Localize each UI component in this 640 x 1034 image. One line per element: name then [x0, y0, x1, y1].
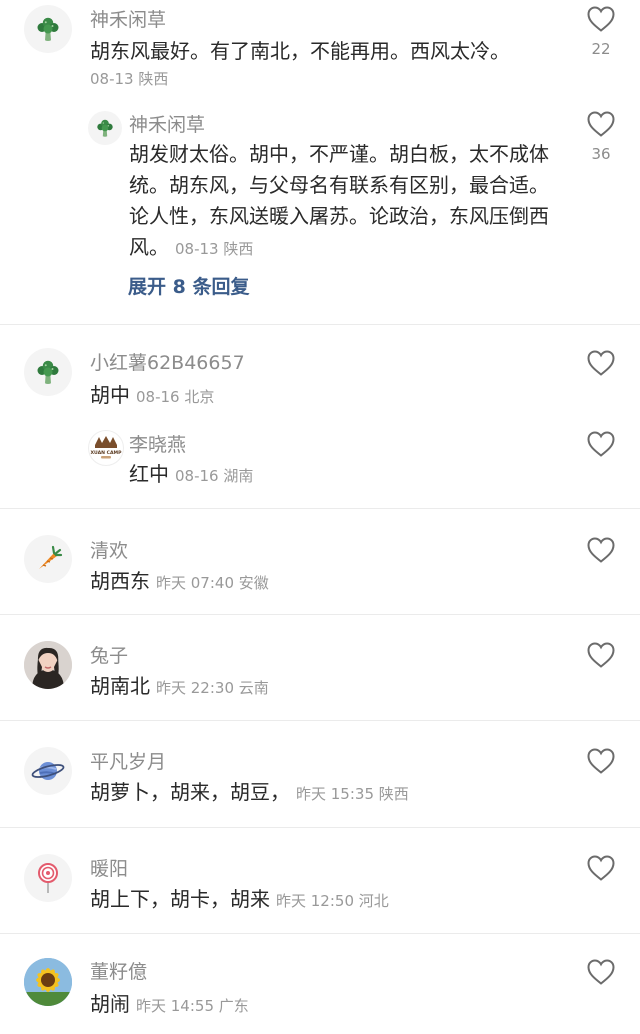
- lollipop-icon[interactable]: [24, 854, 72, 902]
- heart-icon[interactable]: [586, 5, 616, 33]
- comment-item: 清欢 胡西东 昨天 07:40 安徽: [0, 509, 640, 615]
- broccoli-icon[interactable]: [24, 348, 72, 396]
- comment-username[interactable]: 董籽億: [90, 957, 147, 984]
- comment-item: 小红薯62B46657 胡中 08-16 北京 XUAN CAMP 李晓燕 红中 0…: [0, 325, 640, 509]
- heart-icon[interactable]: [586, 430, 616, 458]
- broccoli-icon[interactable]: [24, 5, 72, 53]
- comment-body: 胡中 08-16 北京: [90, 380, 570, 412]
- heart-icon[interactable]: [586, 349, 616, 377]
- comment-item: 神禾闲草 胡东风最好。有了南北，不能再用。西风太冷。 08-13 陕西 22 神…: [0, 0, 640, 325]
- comment-username[interactable]: 平凡岁月: [90, 747, 166, 774]
- comment-username[interactable]: 兔子: [90, 641, 128, 668]
- expand-replies-button[interactable]: 展开 8 条回复: [128, 272, 249, 299]
- comment-body: 胡闹 昨天 14:55 广东: [90, 989, 570, 1021]
- comment-username[interactable]: 清欢: [90, 536, 128, 563]
- reply-body: 红中 08-16 湖南: [129, 459, 564, 491]
- reply-text: 红中: [129, 462, 169, 486]
- comment-body: 胡西东 昨天 07:40 安徽: [90, 566, 570, 598]
- carrot-icon[interactable]: [24, 535, 72, 583]
- comment-username[interactable]: 神禾闲草: [90, 5, 166, 32]
- avatar-logo-text: XUAN CAMP: [91, 450, 123, 456]
- reply-username[interactable]: 神禾闲草: [129, 110, 205, 137]
- comment-body: 胡南北 昨天 22:30 云南: [90, 671, 570, 703]
- comment-username[interactable]: 暖阳: [90, 854, 128, 881]
- comment-meta: 昨天 12:50 河北: [276, 892, 389, 910]
- comment-meta: 昨天 14:55 广东: [136, 997, 249, 1015]
- heart-icon[interactable]: [586, 110, 616, 138]
- comment-text: 胡闹: [90, 992, 130, 1016]
- comment-username[interactable]: 小红薯62B46657: [90, 348, 245, 375]
- sunflower-photo-avatar[interactable]: [24, 958, 72, 1006]
- woman-photo-avatar[interactable]: [24, 641, 72, 689]
- comment-text: 胡西东: [90, 569, 150, 593]
- like-count: 36: [591, 145, 611, 163]
- reply-meta: 08-16 湖南: [175, 467, 254, 485]
- like-count: 22: [591, 40, 611, 58]
- reply-meta: 08-13 陕西: [175, 240, 254, 258]
- comment-text: 胡萝卜，胡来，胡豆，: [90, 780, 290, 804]
- comment-meta: 08-13 陕西: [90, 70, 169, 88]
- comment-text: 胡上下，胡卡，胡来: [90, 887, 270, 911]
- reply-body: 胡发财太俗。胡中，不严谨。胡白板，太不成体统。胡东风，与父母名有联系有区别，最合…: [129, 139, 564, 264]
- comment-body: 胡上下，胡卡，胡来 昨天 12:50 河北: [90, 884, 570, 916]
- brand-logo-avatar[interactable]: XUAN CAMP: [88, 430, 124, 466]
- broccoli-icon[interactable]: [88, 111, 122, 145]
- comment-item: 暖阳 胡上下，胡卡，胡来 昨天 12:50 河北: [0, 828, 640, 934]
- heart-icon[interactable]: [586, 958, 616, 986]
- comment-item: 平凡岁月 胡萝卜，胡来，胡豆， 昨天 15:35 陕西: [0, 721, 640, 828]
- comment-meta: 08-16 北京: [136, 388, 215, 406]
- comment-text: 胡中: [90, 383, 130, 407]
- reply-username[interactable]: 李晓燕: [129, 430, 186, 457]
- heart-icon[interactable]: [586, 747, 616, 775]
- comment-meta: 昨天 22:30 云南: [156, 679, 269, 697]
- heart-icon[interactable]: [586, 536, 616, 564]
- comment-text: 胡南北: [90, 674, 150, 698]
- comment-body: 胡东风最好。有了南北，不能再用。西风太冷。: [90, 36, 570, 67]
- comment-meta: 昨天 15:35 陕西: [296, 785, 409, 803]
- comment-item: 董籽億 胡闹 昨天 14:55 广东: [0, 934, 640, 1034]
- heart-icon[interactable]: [586, 854, 616, 882]
- comment-meta: 昨天 07:40 安徽: [156, 574, 269, 592]
- comment-item: 兔子 胡南北 昨天 22:30 云南: [0, 615, 640, 721]
- comment-text: 胡东风最好。有了南北，不能再用。西风太冷。: [90, 39, 510, 63]
- planet-icon[interactable]: [24, 747, 72, 795]
- heart-icon[interactable]: [586, 641, 616, 669]
- comment-body: 胡萝卜，胡来，胡豆， 昨天 15:35 陕西: [90, 777, 570, 809]
